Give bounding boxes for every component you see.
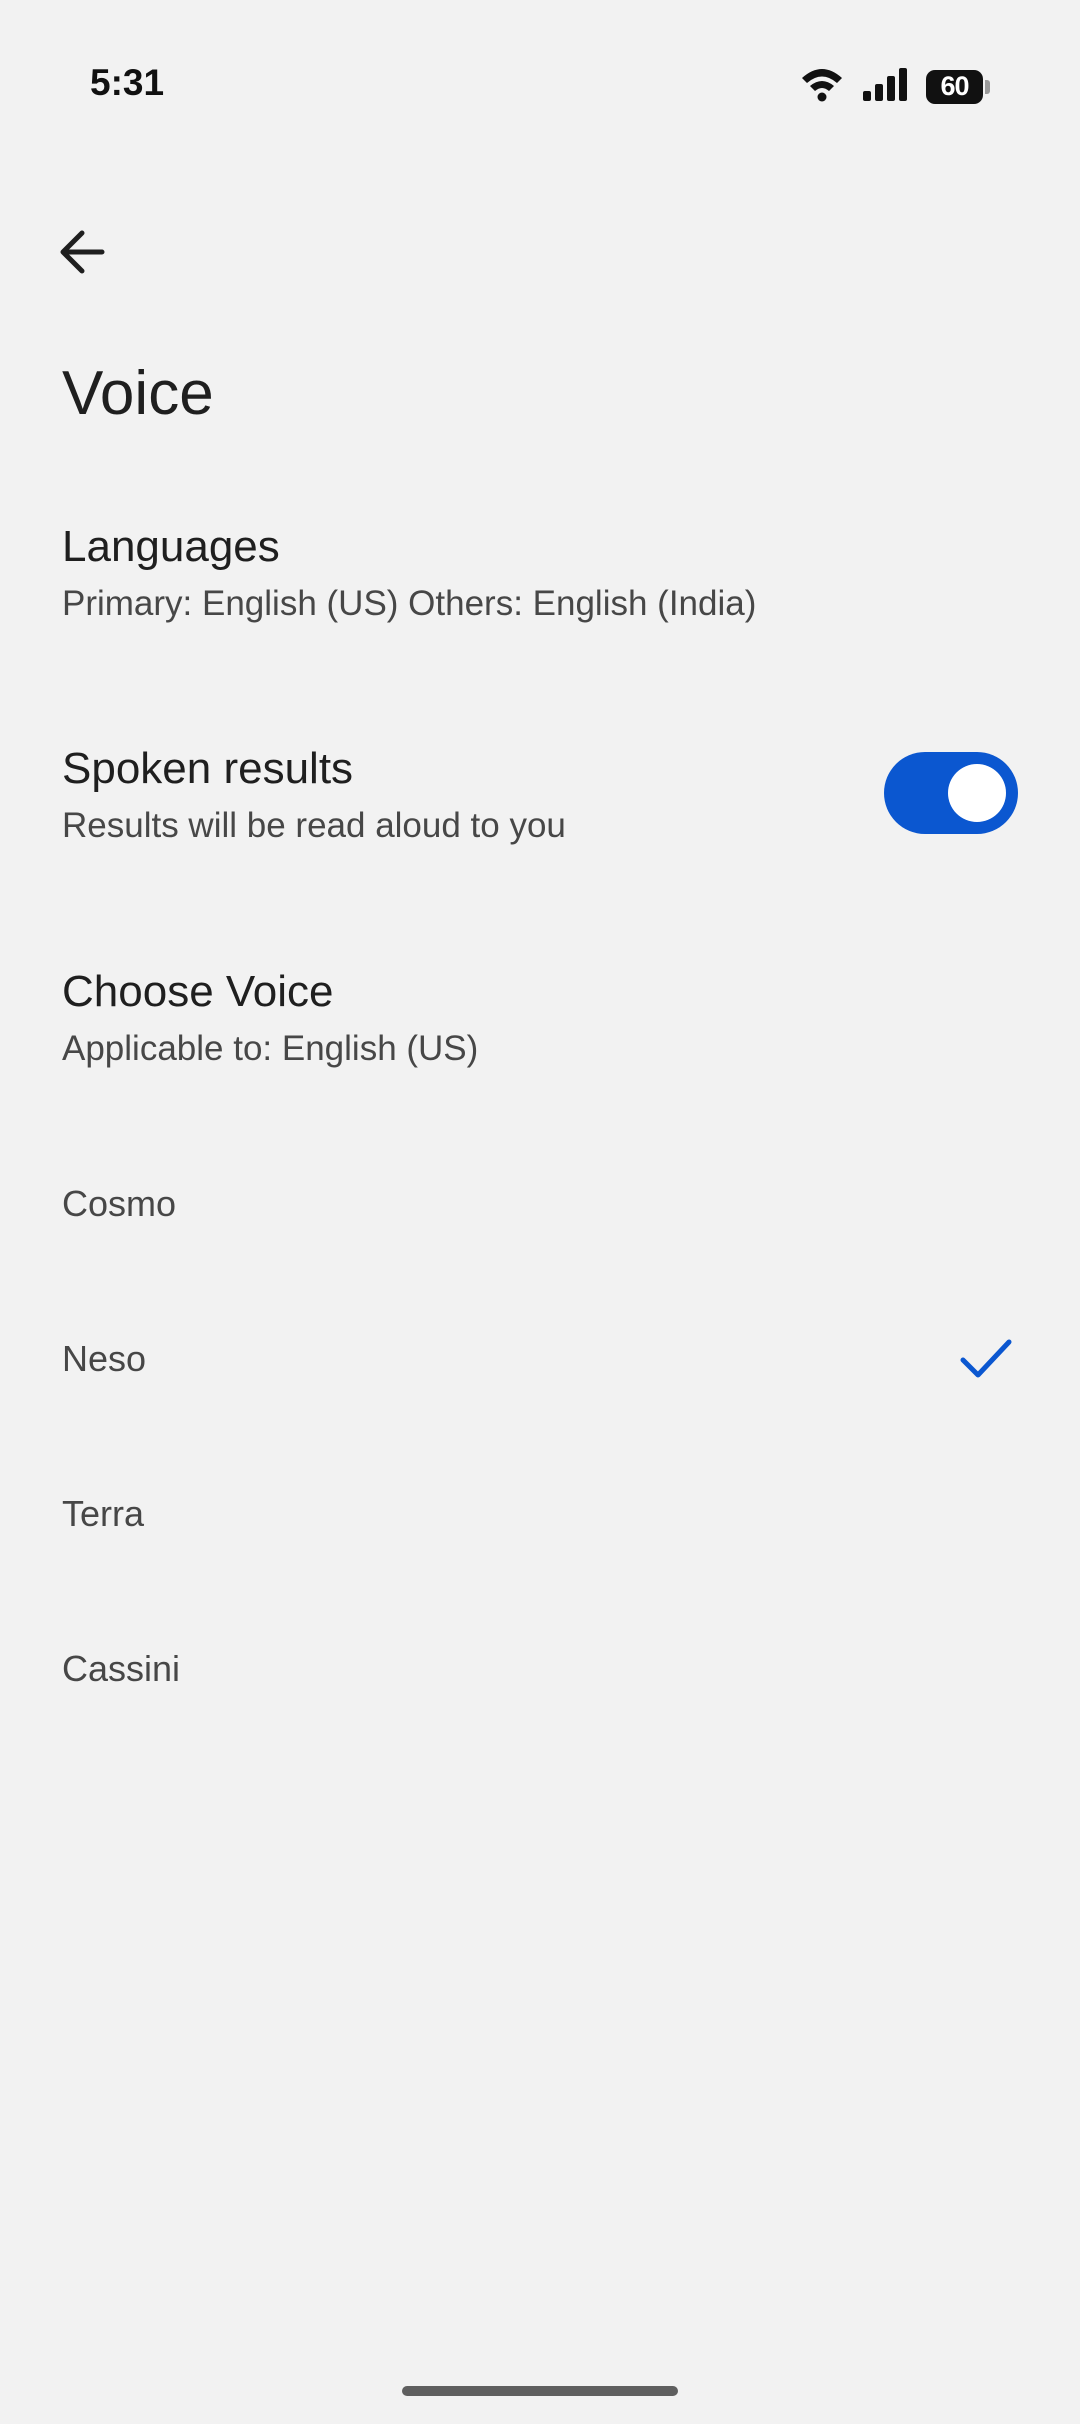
languages-title: Languages bbox=[62, 522, 280, 571]
status-bar: 5:31 60 bbox=[0, 0, 1080, 170]
voice-option-label: Terra bbox=[62, 1493, 145, 1534]
choose-voice-subtitle: Applicable to: English (US) bbox=[62, 1029, 479, 1068]
battery-icon: 60 bbox=[926, 69, 990, 104]
spoken-results-toggle[interactable] bbox=[884, 752, 1018, 834]
battery-level: 60 bbox=[926, 69, 984, 104]
languages-setting[interactable]: Languages Primary: English (US) Others: … bbox=[0, 510, 1080, 650]
choose-voice-title: Choose Voice bbox=[62, 967, 334, 1016]
signal-icon bbox=[862, 67, 908, 106]
voice-option-cassini[interactable]: Cassini bbox=[0, 1594, 1080, 1744]
status-icons: 60 bbox=[800, 66, 990, 107]
toggle-knob bbox=[948, 764, 1006, 822]
spoken-results-title: Spoken results bbox=[62, 744, 354, 793]
voice-option-label: Neso bbox=[62, 1338, 147, 1379]
spoken-results-subtitle: Results will be read aloud to you bbox=[62, 806, 566, 845]
check-icon bbox=[960, 1338, 1012, 1380]
page-title: Voice bbox=[62, 359, 214, 428]
choose-voice-setting: Choose Voice Applicable to: English (US) bbox=[0, 955, 1080, 1095]
voice-option-terra[interactable]: Terra bbox=[0, 1439, 1080, 1589]
wifi-icon bbox=[800, 66, 844, 107]
voice-option-cosmo[interactable]: Cosmo bbox=[0, 1129, 1080, 1279]
status-time: 5:31 bbox=[90, 62, 165, 103]
voice-option-neso[interactable]: Neso bbox=[0, 1284, 1080, 1434]
voice-option-label: Cosmo bbox=[62, 1183, 177, 1224]
voice-option-label: Cassini bbox=[62, 1648, 181, 1689]
arrow-back-icon bbox=[58, 230, 106, 279]
back-button[interactable] bbox=[52, 224, 112, 284]
battery-tip bbox=[985, 79, 990, 94]
languages-subtitle: Primary: English (US) Others: English (I… bbox=[62, 584, 757, 623]
home-indicator[interactable] bbox=[402, 2386, 678, 2396]
